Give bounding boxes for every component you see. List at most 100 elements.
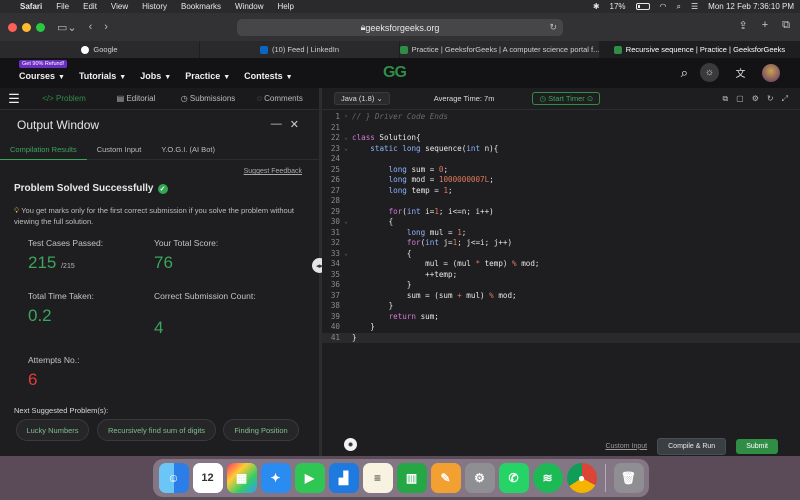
menu-help[interactable]: Help bbox=[277, 2, 293, 11]
submit-button[interactable]: Submit bbox=[736, 438, 778, 454]
menu-history[interactable]: History bbox=[142, 2, 167, 11]
menu-bookmarks[interactable]: Bookmarks bbox=[181, 2, 221, 11]
nav-practice[interactable]: Practice ▼ bbox=[185, 71, 230, 81]
code-area[interactable]: 1 ›// } Driver Code Ends 21 22 ⌄ class Soluti… bbox=[322, 112, 800, 343]
notes-icon[interactable]: ≡ bbox=[362, 463, 393, 493]
code-line[interactable]: 29 for(int i=1; i<=n; i++) bbox=[322, 207, 800, 218]
zoom-window-button[interactable] bbox=[36, 22, 45, 32]
theme-toggle-icon[interactable]: ☼ bbox=[700, 63, 719, 82]
language-select[interactable]: Java (1.8) ⌄ bbox=[334, 92, 390, 105]
tab-submissions[interactable]: ◷ Submissions bbox=[172, 94, 244, 103]
spotify-icon[interactable]: ≋ bbox=[532, 463, 563, 493]
bluetooth-icon[interactable]: ✱ bbox=[593, 2, 600, 11]
code-line[interactable]: 34 mul = (mul * temp) % mod; bbox=[322, 259, 800, 270]
nav-jobs[interactable]: Jobs ▼ bbox=[140, 71, 171, 81]
facetime-icon[interactable]: ▶ bbox=[294, 463, 325, 493]
nav-courses[interactable]: Courses ▼ bbox=[19, 71, 65, 81]
wifi-icon[interactable]: ◠ bbox=[660, 2, 667, 11]
back-icon[interactable]: ‹ bbox=[89, 21, 93, 33]
settings-icon[interactable]: ⚙ bbox=[752, 94, 759, 104]
tab-overview-icon[interactable]: ⧉ bbox=[782, 19, 790, 32]
code-line[interactable]: 32 for(int j=1; j<=i; j++) bbox=[322, 238, 800, 249]
menu-edit[interactable]: Edit bbox=[83, 2, 97, 11]
keynote-icon[interactable]: ▟ bbox=[328, 463, 359, 493]
fold-icon[interactable]: › bbox=[342, 112, 350, 123]
menu-app-name[interactable]: Safari bbox=[20, 2, 42, 11]
finder-icon[interactable]: ☺ bbox=[158, 463, 189, 493]
code-line[interactable]: 31 long mul = 1; bbox=[322, 228, 800, 239]
code-line[interactable]: 22 ⌄ class Solution{ bbox=[322, 133, 800, 144]
whatsapp-icon[interactable]: ✆ bbox=[498, 463, 529, 493]
compile-run-button[interactable]: Compile & Run bbox=[657, 437, 727, 455]
start-timer-button[interactable]: ◷ Start Timer ⊙ bbox=[532, 92, 601, 105]
forward-icon[interactable]: › bbox=[104, 21, 108, 33]
nav-tutorials[interactable]: Tutorials ▼ bbox=[79, 71, 126, 81]
reload-icon[interactable]: ↻ bbox=[549, 22, 557, 33]
launchpad-icon[interactable]: ▦ bbox=[226, 463, 257, 493]
menu-icon[interactable]: ☰ bbox=[0, 91, 28, 107]
browser-tab-recursive-sequence[interactable]: Recursive sequence | Practice | Geeksfor… bbox=[600, 41, 800, 58]
tab-comments[interactable]: ◌ Comments bbox=[244, 94, 316, 103]
menu-file[interactable]: File bbox=[56, 2, 69, 11]
reset-icon[interactable]: ↻ bbox=[767, 94, 774, 104]
custom-input-link[interactable]: Custom Input bbox=[605, 443, 647, 450]
close-icon[interactable]: ✕ bbox=[290, 118, 299, 131]
suggested-problem-sum-of-digits[interactable]: Recursively find sum of digits bbox=[97, 419, 216, 441]
browser-tab-linkedin[interactable]: (10) Feed | LinkedIn bbox=[200, 41, 400, 58]
close-window-button[interactable] bbox=[8, 22, 17, 32]
code-line[interactable]: 33 ⌄ { bbox=[322, 249, 800, 260]
chrome-icon[interactable]: ● bbox=[566, 463, 597, 493]
code-line[interactable]: 39 return sum; bbox=[322, 312, 800, 323]
code-line[interactable]: 24 bbox=[322, 154, 800, 165]
code-line[interactable]: 23 ⌄ static long sequence(int n){ bbox=[322, 144, 800, 155]
suggested-problem-lucky-numbers[interactable]: Lucky Numbers bbox=[16, 419, 89, 441]
suggested-problem-finding-position[interactable]: Finding Position bbox=[223, 419, 299, 441]
sidebar-toggle-icon[interactable]: ▭⌄ bbox=[57, 21, 77, 34]
code-line[interactable]: 41} bbox=[322, 332, 800, 343]
code-line[interactable]: 36 } bbox=[322, 280, 800, 291]
numbers-icon[interactable]: ▥ bbox=[396, 463, 427, 493]
gfg-logo[interactable]: GG bbox=[383, 64, 407, 82]
code-line[interactable]: 27 long temp = 1; bbox=[322, 186, 800, 197]
nav-contests[interactable]: Contests ▼ bbox=[244, 71, 292, 81]
search-icon[interactable]: ⌕ bbox=[681, 65, 688, 81]
system-settings-icon[interactable]: ⚙ bbox=[464, 463, 495, 493]
fold-icon[interactable]: ⌄ bbox=[342, 249, 350, 260]
trash-icon[interactable]: 🗑︎ bbox=[613, 463, 644, 493]
minimize-icon[interactable]: — bbox=[271, 118, 282, 131]
minimize-window-button[interactable] bbox=[22, 22, 31, 32]
code-line[interactable]: 26 long mod = 1000000007L; bbox=[322, 175, 800, 186]
search-icon[interactable]: ⌕ bbox=[677, 2, 681, 12]
control-center-icon[interactable]: ☰ bbox=[691, 2, 698, 11]
share-icon[interactable]: ⇪ bbox=[738, 19, 747, 32]
calendar-icon[interactable]: 12 bbox=[192, 463, 223, 493]
new-tab-icon[interactable]: + bbox=[762, 19, 768, 32]
menu-window[interactable]: Window bbox=[235, 2, 263, 11]
tab-compilation-results[interactable]: Compilation Results bbox=[0, 140, 87, 160]
browser-tab-google[interactable]: Google bbox=[0, 41, 200, 58]
fold-icon[interactable]: ⌄ bbox=[342, 133, 350, 144]
code-line[interactable]: 1 ›// } Driver Code Ends bbox=[322, 112, 800, 123]
tab-editorial[interactable]: ▤ Editorial bbox=[100, 94, 172, 103]
pages-icon[interactable]: ✎ bbox=[430, 463, 461, 493]
code-line[interactable]: 30 ⌄ { bbox=[322, 217, 800, 228]
copy-icon[interactable]: ⧉ bbox=[722, 94, 728, 104]
suggest-feedback-link[interactable]: Suggest Feedback bbox=[244, 168, 302, 175]
battery-icon[interactable] bbox=[635, 3, 650, 10]
menu-view[interactable]: View bbox=[111, 2, 128, 11]
safari-icon[interactable]: ✦ bbox=[260, 463, 291, 493]
address-bar[interactable]: 🔒︎ geeksforgeeks.org ↻ bbox=[237, 19, 563, 36]
code-line[interactable]: 28 bbox=[322, 196, 800, 207]
refund-badge[interactable]: Get 90% Refund! bbox=[19, 60, 68, 68]
avatar[interactable] bbox=[762, 63, 780, 82]
paste-icon[interactable]: ▢ bbox=[736, 94, 744, 104]
code-line[interactable]: 21 bbox=[322, 123, 800, 134]
code-line[interactable]: 37 sum = (sum + mul) % mod; bbox=[322, 291, 800, 302]
tab-yogi-ai-bot[interactable]: Y.O.G.I. (AI Bot) bbox=[151, 140, 225, 160]
menu-datetime[interactable]: Mon 12 Feb 7:36:10 PM bbox=[708, 2, 794, 11]
fullscreen-icon[interactable]: ⤢ bbox=[782, 94, 788, 104]
code-line[interactable]: 40 } bbox=[322, 322, 800, 333]
code-line[interactable]: 25 long sum = 0; bbox=[322, 165, 800, 176]
translate-icon[interactable]: 文 bbox=[731, 63, 750, 82]
fold-icon[interactable]: ⌄ bbox=[342, 217, 350, 228]
